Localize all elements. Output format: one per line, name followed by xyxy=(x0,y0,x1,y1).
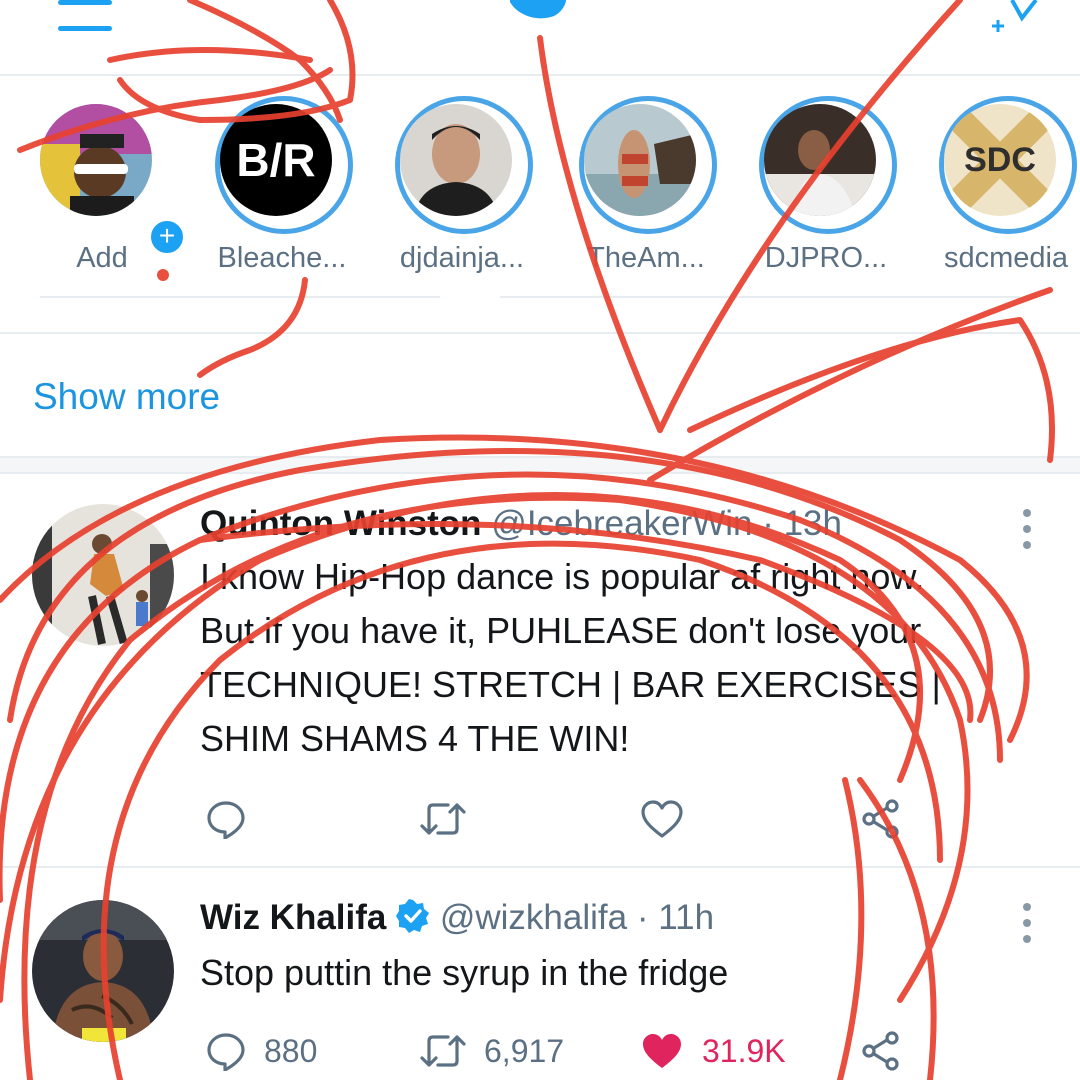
divider xyxy=(0,332,1080,334)
like-count: 31.9K xyxy=(702,1032,786,1069)
retweet-icon xyxy=(420,1035,466,1067)
verified-badge-icon xyxy=(396,899,430,942)
avatar[interactable] xyxy=(32,504,174,646)
tweet[interactable]: Quinton Winston @IcebreakerWin · 13h I k… xyxy=(0,470,1080,870)
avatar[interactable] xyxy=(32,900,174,1042)
story-djpro[interactable]: DJPRO... xyxy=(756,96,906,296)
story-label: Add xyxy=(76,242,128,274)
tweet-actions: 880 6,917 31.9K xyxy=(200,1026,1060,1076)
share-icon xyxy=(862,799,899,839)
show-more-link[interactable]: Show more xyxy=(33,376,220,418)
br-logo-text: B/R xyxy=(236,134,316,186)
story-sdcmedia[interactable]: SDC sdcmedia xyxy=(936,96,1080,296)
share-button[interactable] xyxy=(860,794,902,844)
story-label: Bleache... xyxy=(217,242,347,274)
tweet-timestamp[interactable]: 11h xyxy=(658,898,714,937)
tweet-text-line: SHIM SHAMS 4 THE WIN! xyxy=(200,718,630,759)
retweet-button[interactable]: 6,917 xyxy=(420,1026,564,1076)
share-icon xyxy=(862,1031,899,1071)
story-bleacher-report[interactable]: B/R Bleache... xyxy=(212,96,362,296)
reply-icon xyxy=(207,1033,245,1071)
retweet-button[interactable] xyxy=(420,794,466,844)
heart-filled-icon xyxy=(643,1034,681,1068)
share-button[interactable] xyxy=(860,1026,902,1076)
more-options-icon[interactable] xyxy=(1012,898,1042,948)
top-bar xyxy=(0,0,1080,76)
tweet-actions xyxy=(200,794,1060,844)
tweet-text-line: Stop puttin the syrup in the fridge xyxy=(200,952,729,993)
tweet-text-line: TECHNIQUE! STRETCH | BAR EXERCISES | xyxy=(200,664,941,705)
story-label: TheAm... xyxy=(587,242,705,274)
reply-button[interactable] xyxy=(206,794,246,844)
story-label: DJPRO... xyxy=(764,242,888,274)
author-handle[interactable]: @wizkhalifa xyxy=(440,898,627,937)
avatar xyxy=(584,104,696,216)
twitter-bird-icon xyxy=(508,0,568,26)
tweet-text: Stop puttin the syrup in the fridge xyxy=(200,946,1060,1000)
author-name[interactable]: Wiz Khalifa xyxy=(200,898,386,937)
retweet-count: 6,917 xyxy=(484,1032,565,1069)
story-chip-outlines xyxy=(40,296,1020,298)
story-djdainja[interactable]: djdainja... xyxy=(392,96,542,296)
author-handle[interactable]: @IcebreakerWin xyxy=(491,504,752,543)
like-button[interactable]: 31.9K xyxy=(640,1026,786,1076)
like-button[interactable] xyxy=(640,794,684,844)
avatar xyxy=(764,104,876,216)
separator-dot: · xyxy=(636,898,649,937)
more-options-icon[interactable] xyxy=(1012,504,1042,554)
fleets-row: + Add B/R Bleache... djdainja... TheAm..… xyxy=(0,76,1080,296)
story-theam[interactable]: TheAm... xyxy=(576,96,726,296)
author-name[interactable]: Quinton Winston xyxy=(200,504,482,543)
heart-icon xyxy=(641,800,683,838)
tweet-text-line: But if you have it, PUHLEASE don't lose … xyxy=(200,610,922,651)
tweet-text-line: I know Hip-Hop dance is popular af right… xyxy=(200,556,925,597)
sdc-logo-text: SDC xyxy=(964,140,1036,179)
separator-dot: · xyxy=(762,504,774,543)
tweet-timestamp[interactable]: 13h xyxy=(784,504,842,543)
retweet-icon xyxy=(420,803,466,835)
story-label: djdainja... xyxy=(399,242,525,274)
avatar: SDC xyxy=(944,104,1056,216)
reply-count: 880 xyxy=(264,1032,318,1069)
hamburger-menu-icon[interactable] xyxy=(58,0,112,34)
avatar: B/R xyxy=(220,104,332,216)
story-add[interactable]: + Add xyxy=(32,96,186,296)
story-label: sdcmedia xyxy=(943,242,1069,274)
tweet-header: Quinton Winston @IcebreakerWin · 13h xyxy=(200,504,842,544)
reply-button[interactable]: 880 xyxy=(206,1026,317,1076)
tweet[interactable]: Wiz Khalifa @wizkhalifa · 11h Stop putti… xyxy=(0,868,1080,1080)
avatar xyxy=(40,104,152,216)
tweet-text: I know Hip-Hop dance is popular af right… xyxy=(200,550,1060,766)
avatar xyxy=(400,104,512,216)
tweet-header: Wiz Khalifa @wizkhalifa · 11h xyxy=(200,898,714,942)
sparkle-timeline-icon[interactable] xyxy=(990,0,1050,36)
reply-icon xyxy=(207,801,245,839)
